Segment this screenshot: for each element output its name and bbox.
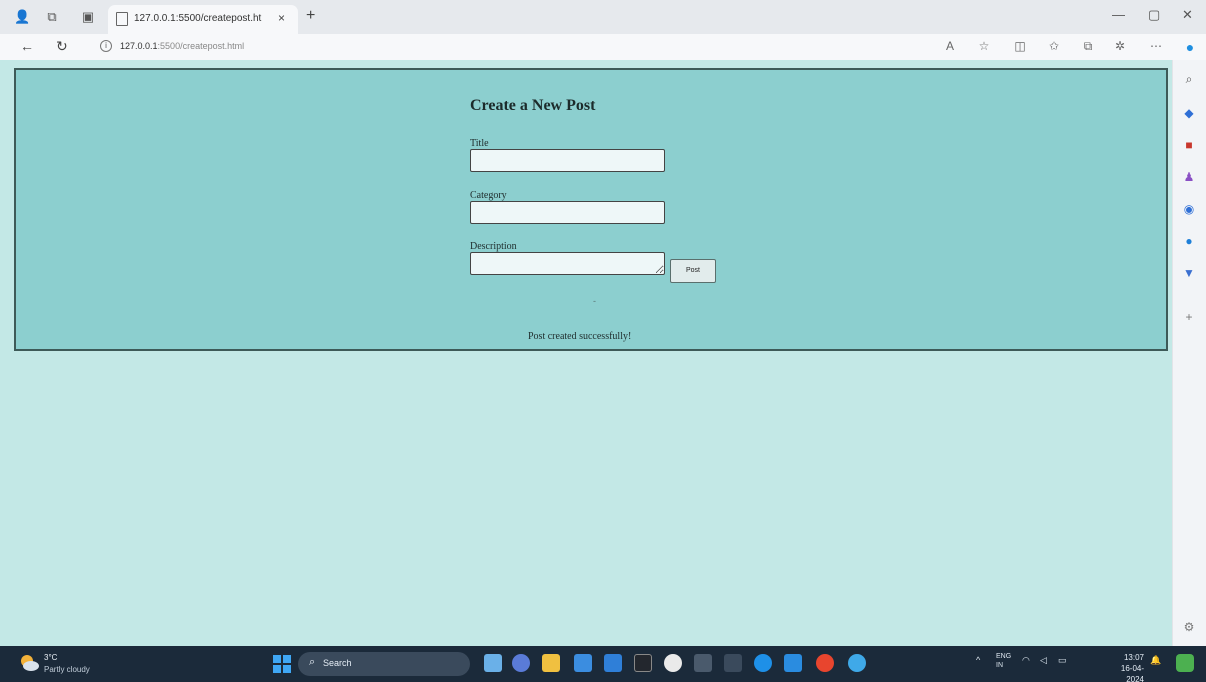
back-arrow-icon[interactable]: ← xyxy=(20,38,34,54)
briefcase-icon[interactable]: ■ xyxy=(1182,138,1196,152)
tab-title: 127.0.0.1:5500/createpost.html xyxy=(134,13,262,24)
edge-dev-icon[interactable] xyxy=(848,654,866,672)
terminal-app-icon[interactable] xyxy=(634,654,652,672)
media-app-icon[interactable] xyxy=(664,654,682,672)
browser-tab-strip: 👤 ⧉ ▣ 127.0.0.1:5500/createpost.html × +… xyxy=(0,0,1206,34)
search-label: Search xyxy=(323,658,352,668)
gallery-app-icon[interactable] xyxy=(484,654,502,672)
clock-date: 16-04-2024 xyxy=(1120,664,1144,682)
more-icon[interactable]: ⋯ xyxy=(1148,39,1164,53)
tab-actions-icon[interactable]: ▣ xyxy=(80,9,96,25)
title-input[interactable] xyxy=(470,149,665,172)
windows-taskbar: 3°C Partly cloudy ⌕ Search ^ ENG IN ◠ ◁ … xyxy=(0,646,1206,682)
notes-app-icon[interactable] xyxy=(604,654,622,672)
url-field[interactable]: 127.0.0.1:5500/createpost.html xyxy=(120,41,244,51)
title-label: Title xyxy=(470,138,489,149)
url-host: 127.0.0.1 xyxy=(120,41,158,51)
language-bottom: IN xyxy=(996,662,1003,669)
create-post-container: Create a New Post Title Category Descrip… xyxy=(14,68,1168,351)
favorite-star-icon[interactable]: ☆ xyxy=(976,39,992,53)
vscode-icon[interactable] xyxy=(784,654,802,672)
page-icon xyxy=(116,12,128,26)
office-icon[interactable]: ◉ xyxy=(1182,202,1196,216)
copilot-taskbar-icon[interactable] xyxy=(1176,654,1194,672)
description-label: Description xyxy=(470,241,517,252)
edge-sidebar: ⌕ ◆ ■ ♟ ◉ ● ▼ + ⚙ xyxy=(1172,60,1206,646)
taskbar-clock[interactable]: 13:07 16-04-2024 xyxy=(1108,652,1144,682)
language-top: ENG xyxy=(996,653,1012,660)
weather-cloud-icon[interactable] xyxy=(18,653,40,673)
add-icon[interactable]: + xyxy=(1182,310,1196,324)
minimize-button[interactable]: — xyxy=(1112,7,1125,22)
profile-icon[interactable]: 👤 xyxy=(14,9,30,25)
weather-temperature: 3°C xyxy=(44,653,58,662)
close-window-button[interactable]: ✕ xyxy=(1182,7,1193,23)
battery-icon[interactable]: ▭ xyxy=(1058,655,1067,666)
taskbar-app-icon[interactable] xyxy=(724,654,742,672)
chat-app-icon[interactable] xyxy=(512,654,530,672)
show-hidden-icons[interactable]: ^ xyxy=(976,655,980,665)
description-textarea[interactable] xyxy=(470,252,665,275)
split-screen-icon[interactable]: ◫ xyxy=(1012,39,1028,53)
media-player-icon[interactable] xyxy=(816,654,834,672)
games-icon[interactable]: ♟ xyxy=(1182,170,1196,184)
search-icon: ⌕ xyxy=(309,656,316,668)
address-bar: ← ↻ i 127.0.0.1:5500/createpost.html A ☆… xyxy=(0,34,1206,60)
notification-bell-icon[interactable]: 🔔 xyxy=(1150,655,1161,666)
weather-description: Partly cloudy xyxy=(44,665,90,674)
favorites-icon[interactable]: ✩ xyxy=(1046,39,1062,53)
edge-browser-icon[interactable] xyxy=(754,654,772,672)
copilot-icon[interactable]: ● xyxy=(1182,39,1198,55)
restore-button[interactable]: ▢ xyxy=(1148,7,1160,23)
clock-time: 13:07 xyxy=(1123,653,1144,662)
collections-icon[interactable]: ⧉ xyxy=(1080,39,1096,54)
ml-app-icon[interactable] xyxy=(694,654,712,672)
tab-close-button[interactable]: × xyxy=(278,11,285,25)
volume-icon[interactable]: ◁ xyxy=(1040,655,1047,666)
extensions-icon[interactable]: ✲ xyxy=(1112,39,1128,53)
tag-icon[interactable]: ◆ xyxy=(1182,106,1196,120)
refresh-icon[interactable]: ↻ xyxy=(56,38,68,55)
settings-icon[interactable]: ⚙ xyxy=(1182,620,1196,634)
success-message: Post created successfully! xyxy=(528,331,632,342)
workspaces-icon[interactable]: ⧉ xyxy=(44,9,60,25)
post-button[interactable]: Post xyxy=(670,259,716,283)
taskbar-search-box[interactable]: ⌕ Search xyxy=(298,652,470,676)
outlook-icon[interactable]: ● xyxy=(1182,234,1196,248)
page-title: Create a New Post xyxy=(470,97,596,114)
read-aloud-icon[interactable]: A xyxy=(942,39,958,53)
file-explorer-icon[interactable] xyxy=(542,654,560,672)
url-path: :5500/createpost.html xyxy=(157,41,245,51)
info-icon[interactable]: i xyxy=(100,40,112,52)
separator-mark: - xyxy=(593,296,596,306)
category-label: Category xyxy=(470,190,507,201)
language-indicator[interactable]: ENG IN xyxy=(996,652,1011,670)
new-tab-button[interactable]: + xyxy=(306,7,315,25)
drop-icon[interactable]: ▼ xyxy=(1182,266,1196,280)
wifi-icon[interactable]: ◠ xyxy=(1022,655,1030,666)
store-app-icon[interactable] xyxy=(574,654,592,672)
category-input[interactable] xyxy=(470,201,665,224)
page-viewport: Create a New Post Title Category Descrip… xyxy=(0,60,1172,646)
start-button[interactable] xyxy=(273,655,291,673)
browser-tab[interactable]: 127.0.0.1:5500/createpost.html × xyxy=(108,5,298,34)
search-icon[interactable]: ⌕ xyxy=(1182,72,1196,86)
